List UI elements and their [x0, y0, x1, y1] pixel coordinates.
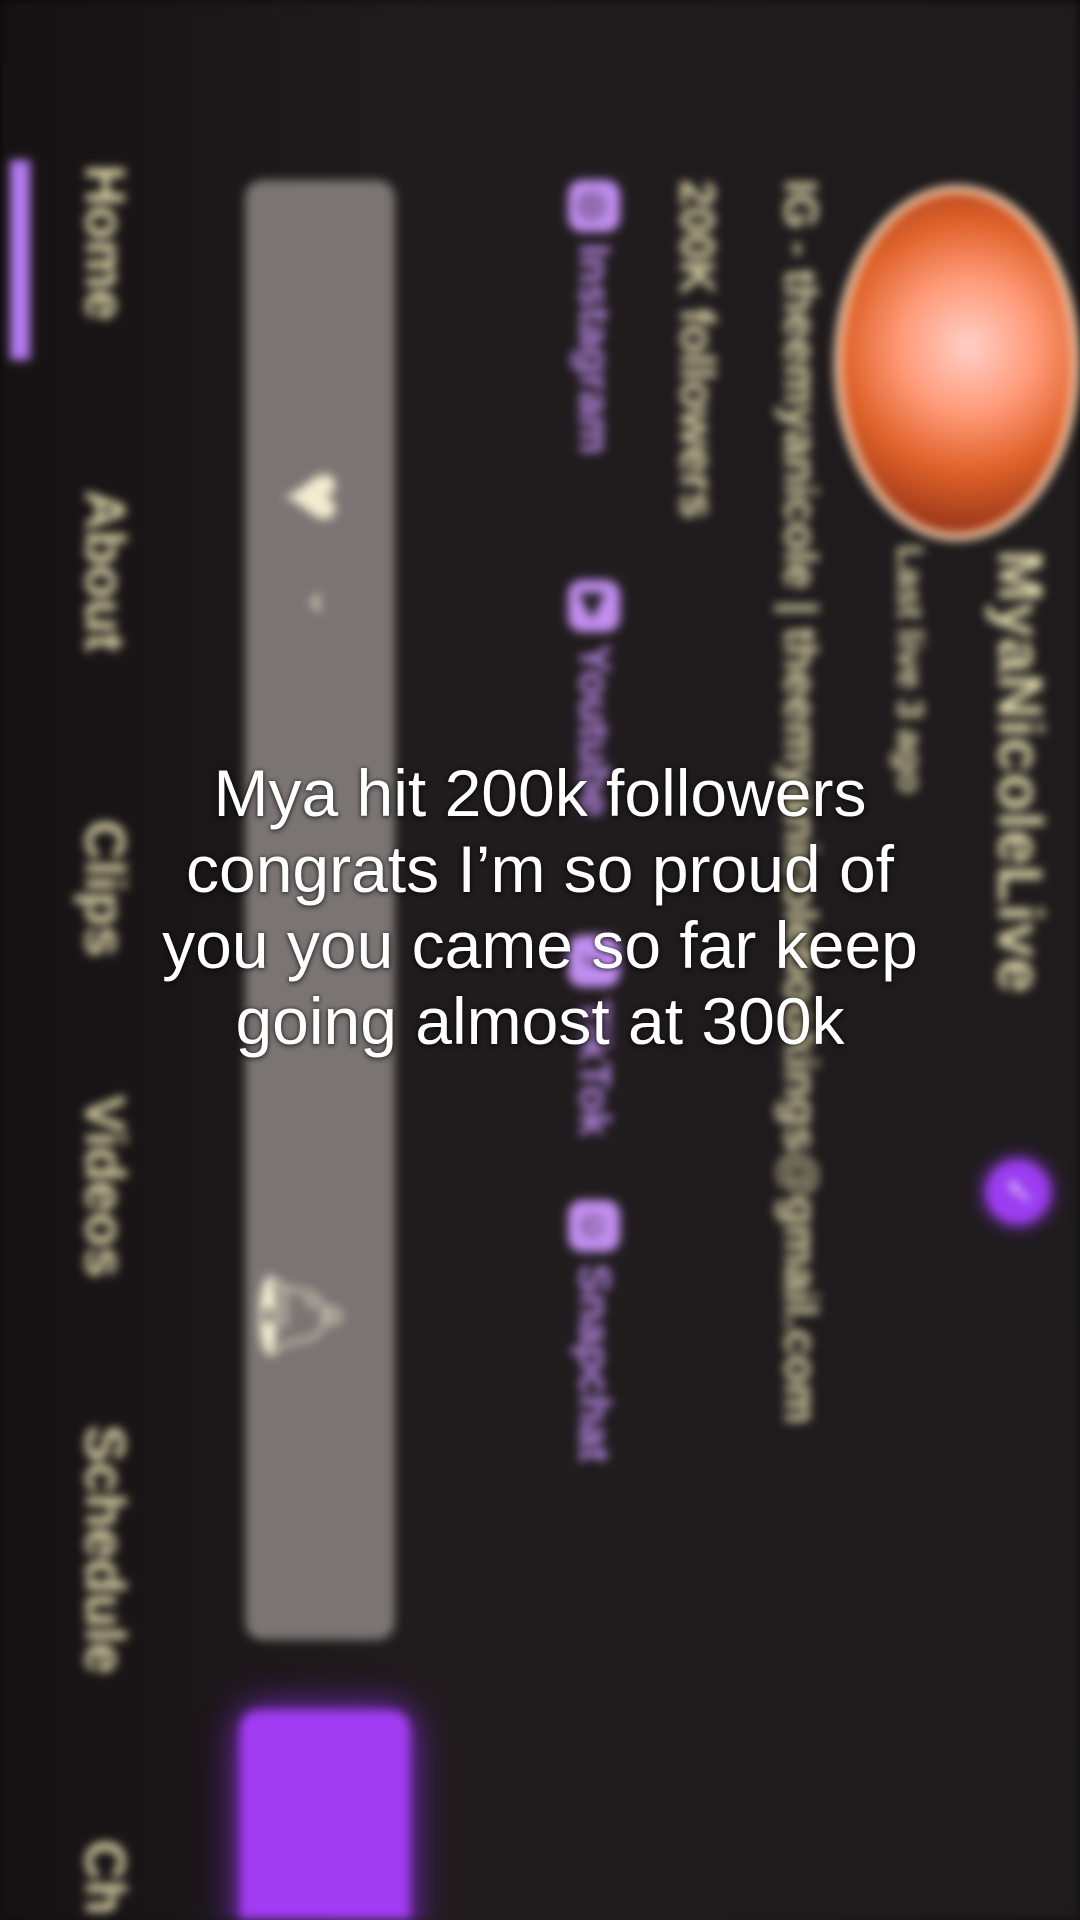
caption-overlay: Mya hit 200k followers congrats I’m so p… [40, 755, 1040, 1059]
tab-home[interactable]: Home [74, 165, 137, 321]
tab-about[interactable]: About [74, 490, 137, 652]
avatar[interactable] [834, 185, 1080, 541]
youtube-icon: ▶ [568, 580, 620, 632]
social-link-instagram[interactable]: ◎ Instagram [568, 180, 620, 454]
social-label: Snapchat [570, 1264, 619, 1463]
tab-schedule[interactable]: Schedule [74, 1425, 137, 1674]
tab-chat[interactable]: Ch [74, 1840, 137, 1915]
active-tab-indicator [10, 160, 30, 360]
chevron-down-icon[interactable]: ⌄ [301, 585, 350, 620]
social-link-snapchat[interactable]: ☺ Snapchat [568, 1200, 620, 1462]
snapchat-icon: ☺ [568, 1200, 620, 1252]
verified-badge-icon: ✓ [986, 1160, 1050, 1224]
caption-line: going almost at 300k [235, 984, 845, 1058]
heart-icon[interactable]: ♥ [265, 470, 365, 523]
caption-line: you you came so far keep [162, 908, 918, 982]
bell-icon[interactable]: 🔔︎ [256, 1265, 345, 1367]
photo-of-screen: MyaNicoleLive ✓ Last live 3 ago IG - the… [0, 0, 1080, 1920]
subscribe-button[interactable] [240, 1710, 410, 1920]
follower-count: 200K followers [670, 180, 723, 519]
caption-line: Mya hit 200k followers [213, 756, 867, 830]
caption-line: congrats I’m so proud of [185, 832, 895, 906]
social-label: Instagram [570, 244, 619, 455]
instagram-icon: ◎ [568, 180, 620, 232]
tab-videos[interactable]: Videos [74, 1095, 137, 1278]
